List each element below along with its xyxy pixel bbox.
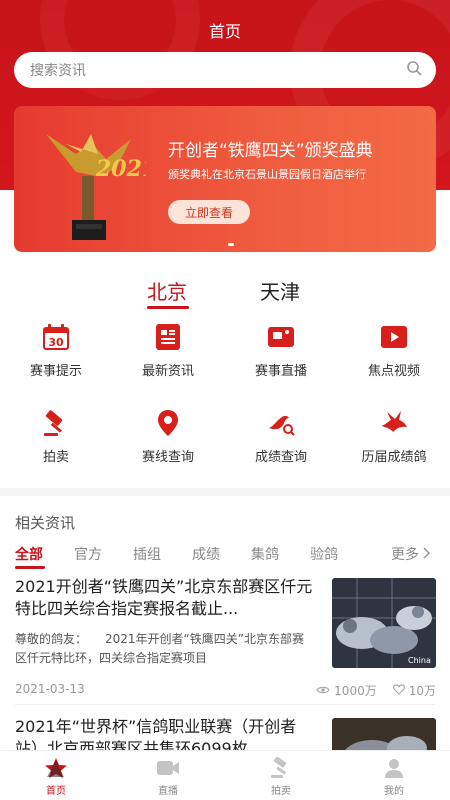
news-icon	[153, 322, 183, 352]
user-icon	[381, 756, 407, 780]
tab-category-inspection[interactable]: 验鸽	[310, 544, 338, 564]
tab-tianjin[interactable]: 天津	[260, 276, 300, 305]
menu-latest-news[interactable]: 最新资讯	[112, 322, 224, 379]
tab-category-collection[interactable]: 集鸽	[251, 544, 279, 564]
banner-subtitle: 颁奖典礼在北京石景山景园假日酒店举行	[168, 168, 366, 181]
pigeon-search-icon	[266, 408, 296, 438]
tab-profile[interactable]: 我的	[338, 751, 450, 800]
article-title: 2021开创者“铁鹰四关”北京东部赛区仟元特比四关综合指定赛报名截止...	[15, 577, 313, 618]
menu-auction[interactable]: 拍卖	[0, 408, 112, 465]
tab-label: 拍卖	[271, 786, 291, 797]
home-star-icon	[43, 756, 69, 780]
likes-count: 10万	[408, 684, 436, 698]
live-camera-icon	[266, 322, 296, 352]
news-section-title: 相关资讯	[15, 514, 76, 532]
bottom-tab-bar: 首页 直播 拍卖 我的	[0, 750, 450, 800]
search-placeholder: 搜索资讯	[30, 63, 86, 79]
more-link[interactable]: 更多	[391, 544, 431, 564]
more-label: 更多	[391, 547, 419, 563]
search-input[interactable]: 搜索资讯	[14, 52, 436, 88]
tab-auction[interactable]: 拍卖	[225, 751, 337, 800]
svg-text:30: 30	[48, 336, 64, 349]
views-count: 1000万	[334, 684, 377, 698]
news-category-tabs: 全部 官方 插组 成绩 集鸽 验鸽 更多	[0, 544, 450, 569]
auction-hammer-icon	[268, 756, 294, 780]
flying-pigeon-icon	[379, 408, 409, 438]
svg-text:2021: 2021	[95, 156, 146, 182]
menu-live-events[interactable]: 赛事直播	[225, 322, 337, 379]
video-play-icon	[379, 322, 409, 352]
eye-icon	[316, 684, 330, 698]
heart-icon[interactable]	[392, 683, 405, 698]
tab-beijing[interactable]: 北京	[147, 276, 187, 305]
tab-category-official[interactable]: 官方	[74, 544, 102, 564]
tab-category-results[interactable]: 成绩	[192, 544, 220, 564]
article-summary: 尊敬的鸽友： 2021年开创者“铁鹰四关”北京东部赛区仟元特比环，四关综合指定赛…	[15, 632, 304, 665]
auction-hammer-icon	[41, 408, 71, 438]
article-divider	[15, 704, 435, 705]
calendar-icon: 30	[41, 322, 71, 352]
menu-label: 赛事提示	[29, 364, 82, 379]
article-thumbnail: China	[332, 578, 436, 668]
menu-event-tips[interactable]: 30 赛事提示	[0, 322, 112, 379]
home-screen: 首页 搜索资讯 2021 开创者“铁鹰四关”颁奖盛典 颁奖典礼在北京石景山景园假…	[0, 0, 450, 800]
page-title: 首页	[208, 22, 241, 41]
tab-category-all[interactable]: 全部	[15, 544, 43, 564]
menu-label: 最新资讯	[141, 364, 194, 379]
banner-title: 开创者“铁鹰四关”颁奖盛典	[168, 141, 373, 161]
menu-label: 赛事直播	[254, 364, 307, 379]
menu-past-champions[interactable]: 历届成绩鸽	[338, 408, 450, 465]
svg-text:China: China	[408, 656, 431, 665]
tab-category-group[interactable]: 插组	[133, 544, 161, 564]
menu-label: 成绩查询	[254, 450, 307, 465]
view-now-button[interactable]: 立即查看	[168, 200, 250, 224]
location-pin-icon	[153, 408, 183, 438]
menu-route-query[interactable]: 赛线查询	[112, 408, 224, 465]
menu-label: 焦点视频	[367, 364, 420, 379]
menu-label: 拍卖	[42, 450, 69, 465]
menu-label: 历届成绩鸽	[361, 450, 427, 465]
tab-label: 首页	[46, 786, 66, 797]
menu-label: 赛线查询	[141, 450, 194, 465]
tab-label: 我的	[384, 786, 404, 797]
menu-results-query[interactable]: 成绩查询	[225, 408, 337, 465]
article-stats: 1000万 10万	[316, 682, 436, 699]
live-camera-icon	[155, 756, 181, 780]
trophy-image: 2021	[46, 134, 146, 240]
chevron-right-icon	[423, 547, 431, 563]
article-date: 2021-03-13	[15, 682, 85, 696]
city-tab-underline	[147, 306, 189, 309]
promo-banner[interactable]: 2021 开创者“铁鹰四关”颁奖盛典 颁奖典礼在北京石景山景园假日酒店举行 立即…	[14, 106, 436, 252]
tab-home[interactable]: 首页	[0, 751, 112, 800]
banner-indicator	[228, 243, 234, 246]
city-tabs: 北京 天津	[0, 276, 450, 309]
search-icon[interactable]	[406, 60, 422, 80]
tab-label: 直播	[158, 786, 178, 797]
category-underline	[15, 566, 45, 569]
menu-focus-video[interactable]: 焦点视频	[338, 322, 450, 379]
tab-live[interactable]: 直播	[112, 751, 224, 800]
section-separator	[0, 488, 450, 496]
